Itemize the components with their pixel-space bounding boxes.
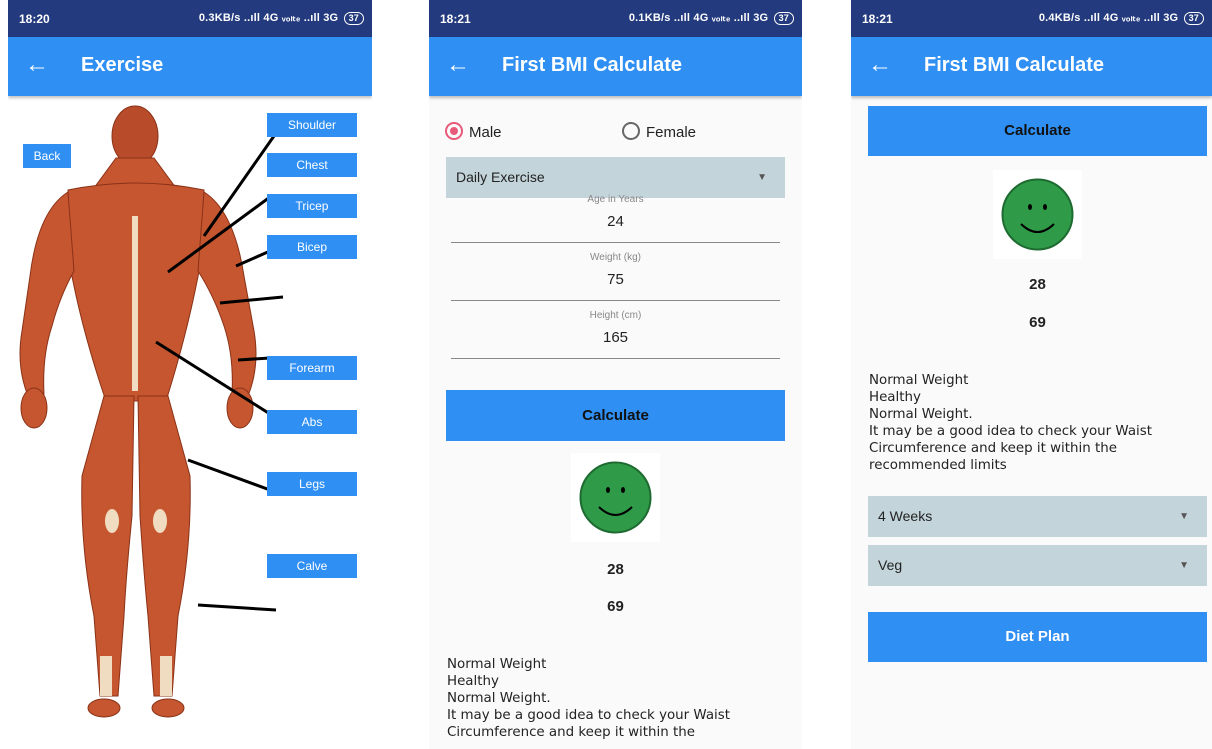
bmi-value: 28 [607, 561, 624, 578]
message-line: Circumference and keep it within the [869, 441, 1117, 456]
smiley-face-icon [571, 453, 660, 542]
back-button[interactable]: Back [23, 144, 71, 168]
male-label: Male [469, 124, 502, 141]
dropdown-caret-icon: ▼ [1179, 511, 1189, 522]
status-network: 0.3KB/s ..ıll 4G ᵥₒₗₜₑ ..ıll 3G 37 [199, 11, 364, 25]
battery-icon: 37 [343, 12, 364, 25]
diet-type-dropdown[interactable]: Veg ▼ [868, 545, 1207, 586]
forearm-button[interactable]: Forearm [267, 356, 357, 380]
height-hint: Height (cm) [589, 310, 642, 321]
bmi-value: 28 [1029, 276, 1046, 293]
ideal-value: 69 [1029, 314, 1046, 331]
battery-icon: 37 [1183, 12, 1204, 25]
chest-button[interactable]: Chest [267, 153, 357, 177]
app-bar: ← Exercise [8, 37, 372, 96]
status-bar: 18:21 0.1KB/s ..ıll 4G ᵥₒₗₜₑ ..ıll 3G 37 [429, 0, 802, 37]
abs-button[interactable]: Abs [267, 410, 357, 434]
message-line: It may be a good idea to check your Wais… [447, 708, 730, 723]
exercise-screen: 18:20 0.3KB/s ..ıll 4G ᵥₒₗₜₑ ..ıll 3G 37… [8, 0, 372, 749]
calculate-button[interactable]: Calculate [446, 390, 785, 441]
height-value: 165 [602, 329, 629, 346]
radio-selected-icon [445, 122, 463, 140]
back-arrow-icon[interactable]: ← [25, 51, 49, 79]
shoulder-button[interactable]: Shoulder [267, 113, 357, 137]
dropdown-caret-icon: ▼ [1179, 560, 1189, 571]
network-speed: 0.4KB/s ..ıll 4G ᵥₒₗₜₑ ..ıll 3G [1038, 12, 1179, 24]
weight-value: 75 [607, 271, 624, 288]
back-arrow-icon[interactable]: ← [868, 51, 892, 79]
message-line: recommended limits [869, 458, 1007, 473]
female-radio[interactable]: Female [622, 122, 696, 141]
page-title: First BMI Calculate [502, 54, 683, 76]
smiley-face-icon [993, 170, 1082, 259]
message-line: Normal Weight. [447, 691, 551, 706]
page-title: First BMI Calculate [924, 54, 1105, 76]
message-line: Normal Weight. [869, 407, 973, 422]
status-time: 18:21 [440, 12, 471, 26]
status-network: 0.4KB/s ..ıll 4G ᵥₒₗₜₑ ..ıll 3G 37 [1039, 11, 1204, 25]
message-line: Normal Weight [447, 657, 547, 672]
calculate-button[interactable]: Calculate [868, 106, 1207, 156]
calve-button[interactable]: Calve [267, 554, 357, 578]
status-time: 18:20 [19, 12, 50, 26]
weeks-dropdown[interactable]: 4 Weeks ▼ [868, 496, 1207, 537]
height-field[interactable]: Height (cm) 165 [451, 307, 780, 359]
female-label: Female [646, 124, 697, 141]
diet-plan-button[interactable]: Diet Plan [868, 612, 1207, 662]
message-line: It may be a good idea to check your Wais… [869, 424, 1152, 439]
ideal-value: 69 [607, 598, 624, 615]
message-line: Healthy [869, 390, 921, 405]
network-speed: 0.3KB/s ..ıll 4G ᵥₒₗₜₑ ..ıll 3G [198, 12, 339, 24]
bmi-form-screen: 18:21 0.1KB/s ..ıll 4G ᵥₒₗₜₑ ..ıll 3G 37… [429, 0, 802, 749]
app-bar: ← First BMI Calculate [429, 37, 802, 96]
activity-dropdown-value: Daily Exercise [456, 169, 545, 185]
back-arrow-icon[interactable]: ← [446, 51, 470, 79]
network-speed: 0.1KB/s ..ıll 4G ᵥₒₗₜₑ ..ıll 3G [628, 12, 769, 24]
bmi-message: Normal Weight Healthy Normal Weight. It … [869, 372, 1152, 474]
male-radio[interactable]: Male [445, 122, 502, 141]
tricep-button[interactable]: Tricep [267, 194, 357, 218]
bmi-message: Normal Weight Healthy Normal Weight. It … [447, 656, 730, 741]
page-title: Exercise [81, 54, 164, 76]
bicep-button[interactable]: Bicep [267, 235, 357, 259]
app-bar: ← First BMI Calculate [851, 37, 1212, 96]
message-line: Circumference and keep it within the [447, 725, 695, 740]
status-bar: 18:21 0.4KB/s ..ıll 4G ᵥₒₗₜₑ ..ıll 3G 37 [851, 0, 1212, 37]
diet-type-dropdown-value: Veg [878, 557, 903, 573]
weeks-dropdown-value: 4 Weeks [878, 508, 933, 524]
age-field[interactable]: Age in Years 24 [451, 191, 780, 243]
weight-field[interactable]: Weight (kg) 75 [451, 249, 780, 301]
legs-button[interactable]: Legs [267, 472, 357, 496]
age-hint: Age in Years [587, 194, 644, 205]
status-bar: 18:20 0.3KB/s ..ıll 4G ᵥₒₗₜₑ ..ıll 3G 37 [8, 0, 372, 37]
status-time: 18:21 [862, 12, 893, 26]
message-line: Normal Weight [869, 373, 969, 388]
message-line: Healthy [447, 674, 499, 689]
age-value: 24 [607, 213, 624, 230]
weight-hint: Weight (kg) [590, 252, 641, 263]
bmi-result-screen: 18:21 0.4KB/s ..ıll 4G ᵥₒₗₜₑ ..ıll 3G 37… [851, 0, 1212, 749]
battery-icon: 37 [773, 12, 794, 25]
status-network: 0.1KB/s ..ıll 4G ᵥₒₗₜₑ ..ıll 3G 37 [629, 11, 794, 25]
radio-unselected-icon [622, 122, 640, 140]
